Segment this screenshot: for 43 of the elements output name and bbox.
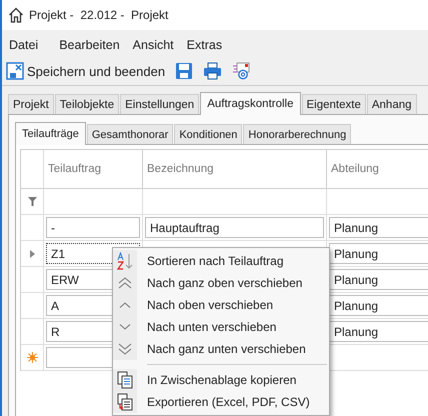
menu-item[interactable]: Exportieren (Excel, PDF, CSV) — [113, 391, 329, 413]
current-row-icon — [30, 250, 34, 258]
email-icon[interactable] — [232, 62, 250, 80]
save-icon[interactable] — [175, 62, 194, 80]
double-up-icon — [118, 277, 132, 289]
menu-item[interactable]: Datei — [6, 38, 48, 52]
double-down-icon — [118, 343, 132, 355]
tab[interactable]: Honorarberechnung — [243, 124, 352, 144]
copy-icon — [117, 371, 133, 389]
down-icon — [119, 324, 131, 330]
home-icon — [8, 7, 24, 23]
tab[interactable]: Anhang — [366, 94, 417, 114]
input-field[interactable]: Planung — [329, 321, 428, 342]
tab[interactable]: Teilaufträge — [15, 122, 86, 145]
print-icon[interactable] — [203, 62, 222, 80]
input-field[interactable]: Planung — [329, 217, 428, 238]
save-close-button[interactable]: Speichern und beenden — [6, 62, 166, 80]
tab[interactable]: Einstellungen — [120, 94, 200, 114]
column-header[interactable]: Bezeichnung — [147, 163, 214, 175]
menu-item[interactable]: In Zwischenablage kopieren — [113, 369, 329, 391]
export-icon — [117, 393, 133, 411]
column-header[interactable]: Teilauftrag — [48, 163, 102, 175]
new-row-icon — [26, 352, 38, 363]
menu-item[interactable]: Extras — [182, 38, 232, 52]
input-field[interactable]: - — [46, 217, 140, 238]
save-close-icon — [6, 62, 24, 80]
tab[interactable]: Gesamthonorar — [86, 124, 174, 144]
column-header[interactable]: Abteilung — [331, 163, 379, 175]
tab[interactable]: Eigentexte — [302, 94, 366, 114]
input-field[interactable]: Hauptauftrag — [145, 217, 324, 238]
tab[interactable]: Projekt — [8, 94, 54, 114]
filter-icon[interactable] — [28, 197, 36, 206]
input-field[interactable]: Planung — [329, 243, 428, 264]
tab[interactable]: Auftragskontrolle — [200, 92, 300, 115]
input-field[interactable]: Planung — [329, 269, 428, 290]
tab[interactable]: Konditionen — [174, 124, 242, 144]
menu-item[interactable]: Bearbeiten — [55, 38, 129, 52]
tab[interactable]: Teilobjekte — [54, 94, 120, 114]
up-icon — [119, 302, 131, 308]
menu-item[interactable]: Ansicht — [128, 38, 183, 52]
window-title: Projekt - 22.012 - Projekt — [29, 8, 168, 22]
input-field[interactable]: Planung — [329, 295, 428, 316]
sort-icon — [117, 252, 133, 270]
